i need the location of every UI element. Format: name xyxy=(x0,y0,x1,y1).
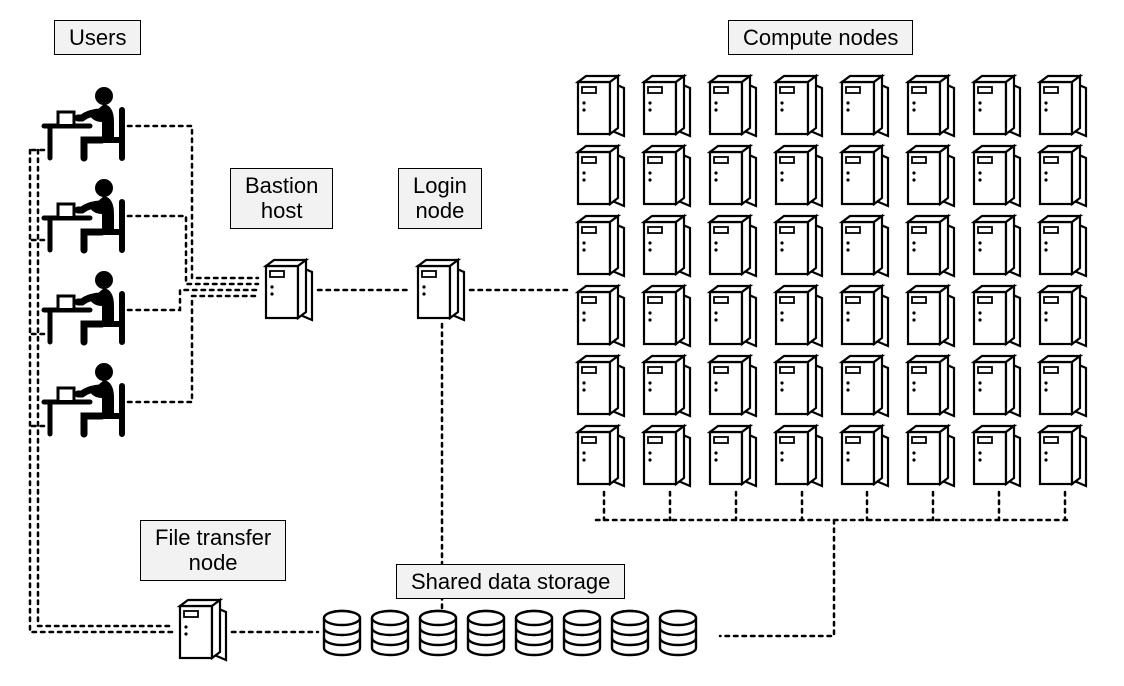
shared-storage-label: Shared data storage xyxy=(396,564,625,599)
bastion-host-icon xyxy=(266,260,312,320)
user-icon xyxy=(44,87,122,158)
file-transfer-label: File transfer node xyxy=(140,520,286,581)
login-node-icon xyxy=(418,260,464,320)
compute-nodes-grid xyxy=(578,76,1086,486)
file-transfer-node-icon xyxy=(180,600,226,660)
login-node-label: Login node xyxy=(398,168,482,229)
shared-storage-icons xyxy=(324,611,696,655)
user-icon xyxy=(44,363,122,434)
user-icon xyxy=(44,179,122,250)
users-group xyxy=(44,87,122,434)
compute-nodes-label: Compute nodes xyxy=(728,20,913,55)
users-label: Users xyxy=(54,20,141,55)
bastion-host-label: Bastion host xyxy=(230,168,333,229)
user-icon xyxy=(44,271,122,342)
